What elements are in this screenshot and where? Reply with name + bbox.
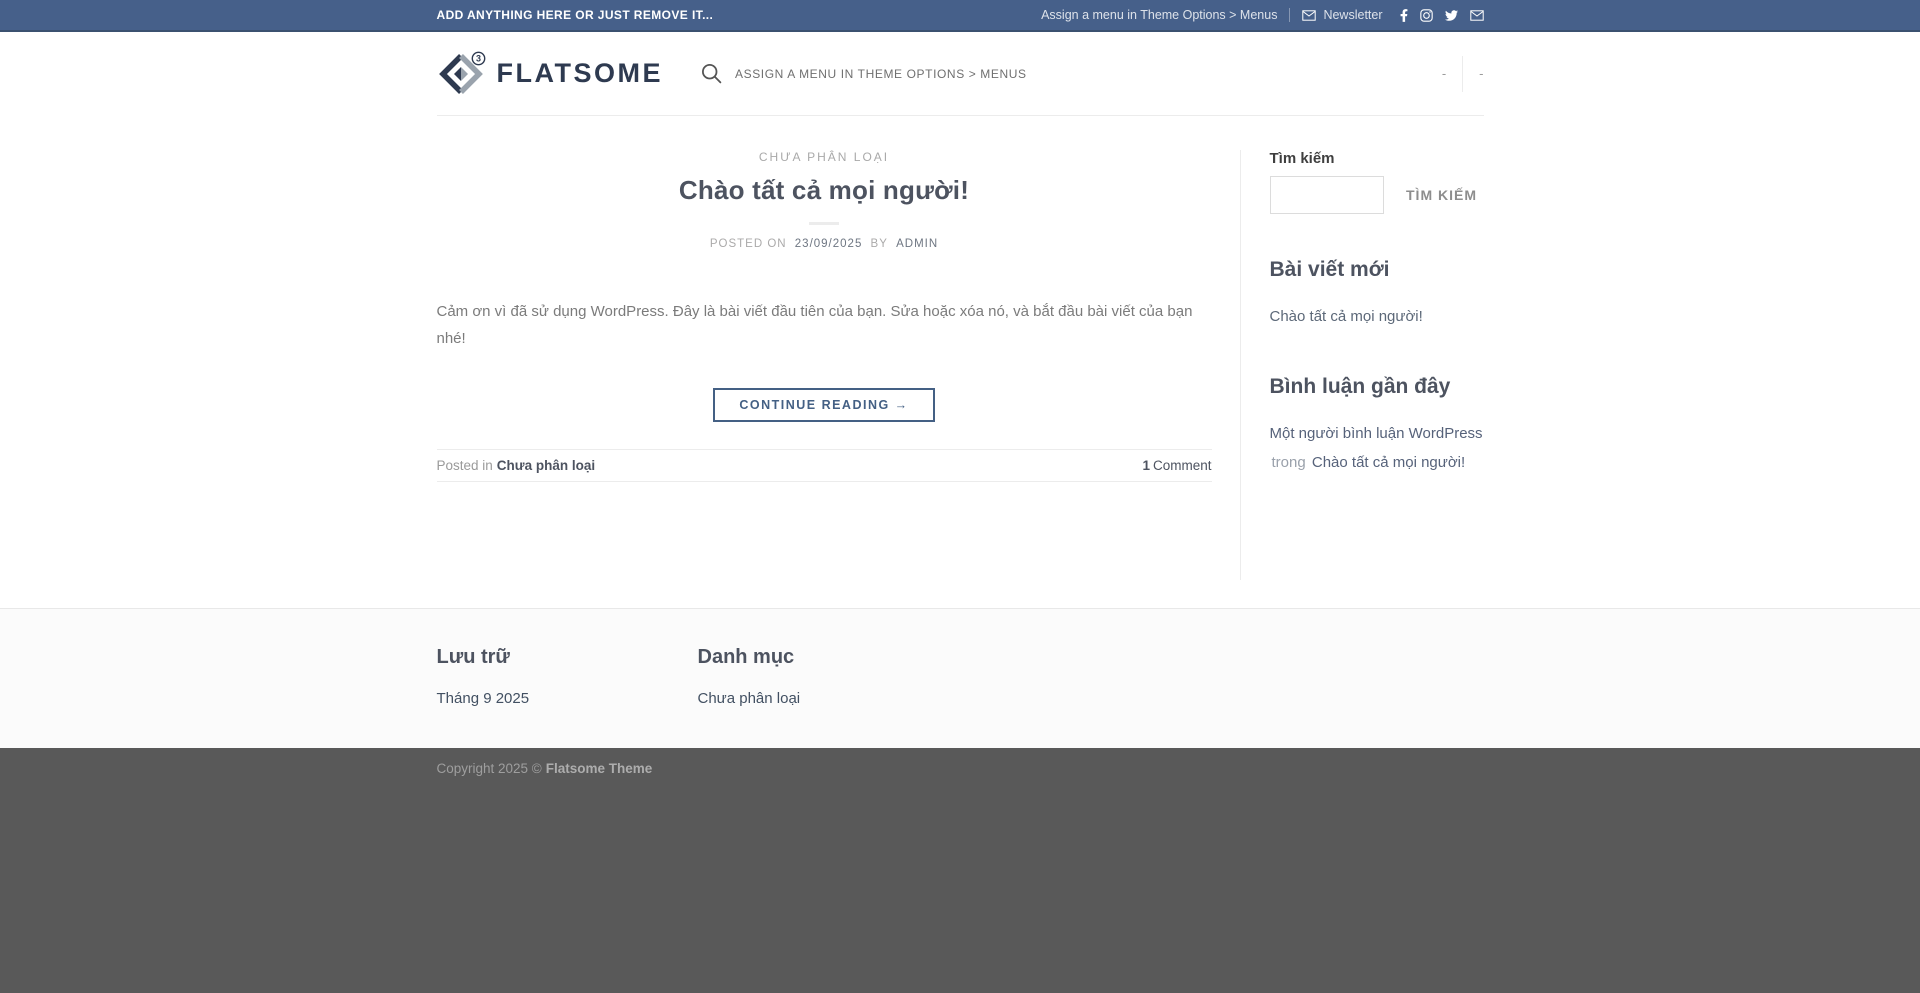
- category-link[interactable]: Chưa phân loại: [698, 690, 801, 707]
- archive-link[interactable]: Tháng 9 2025: [437, 690, 530, 707]
- recent-comments-widget: Bình luận gần đây Một người bình luận Wo…: [1270, 375, 1484, 477]
- comments-count: 1: [1142, 458, 1150, 473]
- recent-posts-title: Bài viết mới: [1270, 258, 1484, 282]
- archives-title: Lưu trữ: [437, 646, 698, 669]
- comments-link[interactable]: 1Comment: [1142, 458, 1211, 473]
- copyright-bar: Copyright 2025 © Flatsome Theme: [0, 748, 1920, 993]
- header-menu-notice[interactable]: ASSIGN A MENU IN THEME OPTIONS > MENUS: [735, 67, 1027, 81]
- logo-text: FLATSOME: [497, 58, 663, 89]
- instagram-icon[interactable]: [1420, 9, 1433, 22]
- recent-comment-item: Một người bình luận WordPress trong Chào…: [1270, 419, 1484, 477]
- post-meta: POSTED ON 23/09/2025 BY ADMIN: [437, 238, 1212, 250]
- categories-title: Danh mục: [698, 646, 959, 669]
- envelope-icon: [1302, 10, 1316, 21]
- recent-post-link[interactable]: Chào tất cả mọi người!: [1270, 308, 1423, 325]
- continue-reading-button[interactable]: CONTINUE READING →: [713, 388, 934, 422]
- copyright-text: Copyright 2025 ©: [437, 761, 542, 776]
- email-icon[interactable]: [1470, 10, 1484, 21]
- topbar-message: ADD ANYTHING HERE OR JUST REMOVE IT...: [437, 8, 714, 22]
- footer: Lưu trữ Tháng 9 2025 Danh mục Chưa phân …: [0, 608, 1920, 748]
- sidebar: Tìm kiếm TÌM KIẾM Bài viết mới Chào tất …: [1240, 150, 1484, 580]
- search-icon[interactable]: [701, 63, 722, 84]
- search-widget: Tìm kiếm TÌM KIẾM: [1270, 150, 1484, 214]
- site-logo[interactable]: 3 FLATSOME: [437, 50, 663, 98]
- recent-posts-widget: Bài viết mới Chào tất cả mọi người!: [1270, 258, 1484, 331]
- newsletter-link[interactable]: Newsletter: [1302, 8, 1382, 22]
- post-date-link[interactable]: 23/09/2025: [795, 238, 863, 250]
- facebook-icon[interactable]: [1400, 9, 1408, 22]
- post-author-link[interactable]: ADMIN: [896, 238, 938, 250]
- post-category-link[interactable]: CHƯA PHÂN LOẠI: [759, 150, 889, 164]
- by-label: BY: [871, 238, 888, 250]
- blog-post: CHƯA PHÂN LOẠI Chào tất cả mọi người! PO…: [437, 150, 1240, 580]
- posted-in-category-link[interactable]: Chưa phân loại: [497, 458, 595, 473]
- topbar-divider: [1289, 8, 1290, 22]
- post-category: CHƯA PHÂN LOẠI: [437, 150, 1212, 164]
- posted-on-label: POSTED ON: [710, 238, 787, 250]
- assign-menu-link[interactable]: Assign a menu in Theme Options > Menus: [1041, 8, 1277, 22]
- comment-author-link[interactable]: Một người bình luận WordPress: [1270, 425, 1483, 442]
- search-input[interactable]: [1270, 176, 1384, 214]
- categories-widget: Danh mục Chưa phân loại: [698, 646, 959, 708]
- site-header: 3 FLATSOME ASSIGN A MENU IN THEME OPTION…: [0, 32, 1920, 116]
- twitter-icon[interactable]: [1445, 9, 1458, 22]
- flatsome-diamond-icon: 3: [437, 50, 487, 98]
- title-divider: [809, 222, 839, 225]
- recent-comments-title: Bình luận gần đây: [1270, 375, 1484, 399]
- main-content: CHƯA PHÂN LOẠI Chào tất cả mọi người! PO…: [0, 116, 1920, 608]
- archives-widget: Lưu trữ Tháng 9 2025: [437, 646, 698, 708]
- comments-label: Comment: [1153, 458, 1212, 473]
- top-bar: ADD ANYTHING HERE OR JUST REMOVE IT... A…: [0, 0, 1920, 32]
- post-title: Chào tất cả mọi người!: [437, 175, 1212, 206]
- cart-link[interactable]: -: [1479, 66, 1483, 81]
- posted-in: Posted in Chưa phân loại: [437, 458, 596, 473]
- comment-post-link[interactable]: Chào tất cả mọi người!: [1312, 454, 1465, 471]
- post-footer-meta: Posted in Chưa phân loại 1Comment: [437, 449, 1212, 482]
- search-widget-title: Tìm kiếm: [1270, 150, 1484, 167]
- header-divider: [1462, 56, 1463, 92]
- newsletter-label: Newsletter: [1323, 8, 1382, 22]
- search-submit-button[interactable]: TÌM KIẾM: [1404, 176, 1480, 214]
- copyright-brand: Flatsome Theme: [546, 761, 653, 776]
- account-link[interactable]: -: [1442, 66, 1446, 81]
- posted-in-label: Posted in: [437, 458, 493, 473]
- comment-connector: trong: [1272, 454, 1306, 471]
- post-excerpt: Cảm ơn vì đã sử dụng WordPress. Đây là b…: [437, 298, 1212, 352]
- logo-badge: 3: [475, 53, 480, 63]
